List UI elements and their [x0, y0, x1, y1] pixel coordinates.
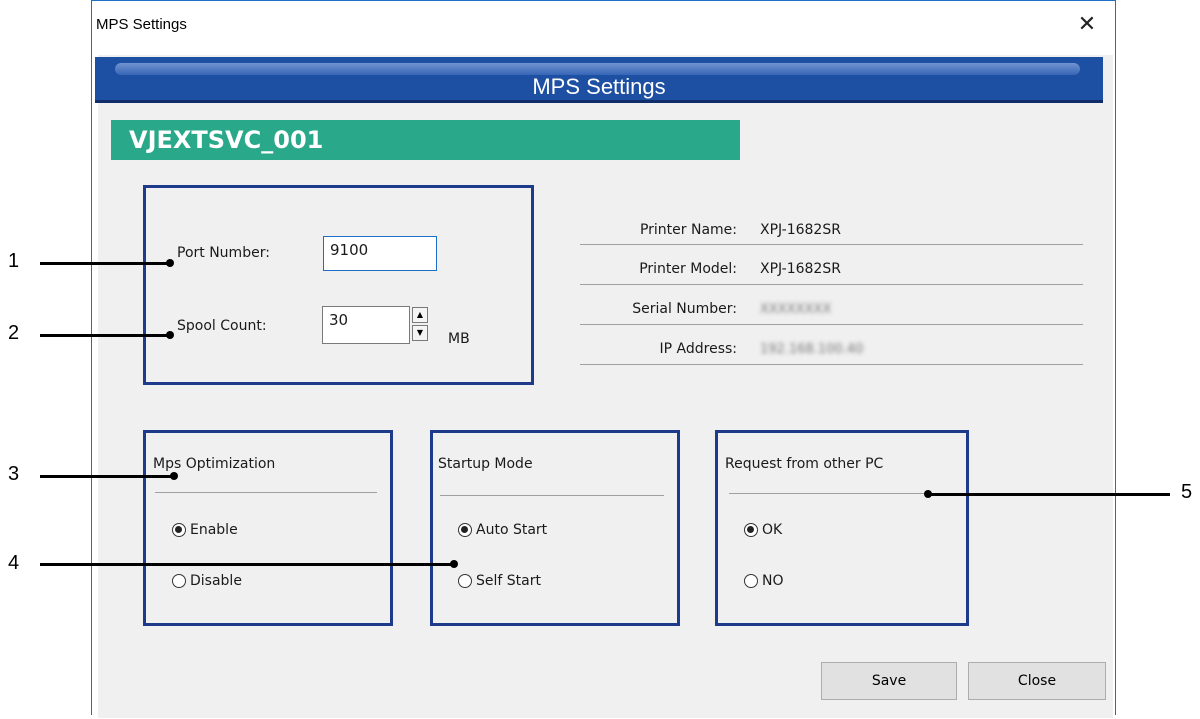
port-number-input[interactable]: 9100 — [323, 236, 437, 271]
close-icon[interactable]: ✕ — [1072, 10, 1102, 40]
port-settings-box — [143, 185, 534, 385]
radio-unselected-icon[interactable] — [744, 574, 758, 588]
callout-number: 3 — [8, 463, 20, 485]
divider — [580, 244, 1083, 245]
printer-model-value: XPJ-1682SR — [760, 261, 841, 277]
callout-number: 4 — [8, 552, 20, 574]
callout-line — [40, 262, 170, 265]
ip-address-label: IP Address: — [659, 341, 738, 357]
device-name-bar: VJEXTSVC_001 — [111, 120, 740, 160]
ip-address-value: 192.168.100.40 — [760, 342, 864, 357]
divider — [729, 493, 951, 494]
divider — [580, 284, 1083, 285]
printer-name-label: Printer Name: — [639, 222, 737, 238]
callout-dot — [170, 472, 178, 480]
spool-count-input[interactable]: 30 — [322, 306, 410, 344]
header-banner: MPS Settings — [95, 57, 1103, 103]
callout-number: 2 — [8, 322, 20, 344]
port-number-label: Port Number: — [177, 245, 270, 261]
printer-name-value: XPJ-1682SR — [760, 222, 841, 238]
request-ok-option[interactable]: OK — [744, 522, 782, 538]
radio-unselected-icon[interactable] — [458, 574, 472, 588]
close-button[interactable]: Close — [968, 662, 1106, 700]
spool-up-icon[interactable]: ▲ — [412, 307, 428, 323]
divider — [440, 495, 664, 496]
optimization-enable-option[interactable]: Enable — [172, 522, 238, 538]
header-title: MPS Settings — [532, 74, 666, 99]
option-label: Auto Start — [476, 522, 548, 538]
serial-number-label: Serial Number: — [632, 301, 737, 317]
startup-self-option[interactable]: Self Start — [458, 573, 541, 589]
callout-line — [40, 563, 454, 566]
request-title: Request from other PC — [725, 456, 884, 472]
divider — [155, 492, 377, 493]
spool-down-icon[interactable]: ▼ — [412, 325, 428, 341]
radio-unselected-icon[interactable] — [172, 574, 186, 588]
callout-dot — [450, 560, 458, 568]
callout-line — [928, 493, 1170, 496]
callout-dot — [924, 490, 932, 498]
startup-auto-option[interactable]: Auto Start — [458, 522, 547, 538]
callout-line — [40, 334, 170, 337]
callout-dot — [166, 331, 174, 339]
callout-number: 5 — [1181, 481, 1193, 503]
radio-selected-icon[interactable] — [744, 523, 758, 537]
option-label: Self Start — [476, 573, 541, 589]
callout-line — [40, 475, 174, 478]
printer-model-label: Printer Model: — [639, 261, 737, 277]
spool-unit-label: MB — [448, 331, 470, 347]
spool-count-label: Spool Count: — [177, 318, 267, 334]
optimization-disable-option[interactable]: Disable — [172, 573, 242, 589]
window-title: MPS Settings — [96, 16, 187, 33]
option-label: NO — [762, 573, 784, 589]
startup-mode-title: Startup Mode — [438, 456, 533, 472]
request-no-option[interactable]: NO — [744, 573, 784, 589]
optimization-title: Mps Optimization — [153, 456, 276, 472]
callout-dot — [166, 259, 174, 267]
option-label: Disable — [190, 573, 242, 589]
divider — [580, 324, 1083, 325]
radio-selected-icon[interactable] — [458, 523, 472, 537]
radio-selected-icon[interactable] — [172, 523, 186, 537]
serial-number-value: XXXXXXXX — [760, 302, 832, 317]
device-name: VJEXTSVC_001 — [129, 126, 324, 154]
option-label: Enable — [190, 522, 238, 538]
divider — [580, 364, 1083, 365]
callout-number: 1 — [8, 250, 20, 272]
option-label: OK — [762, 522, 783, 538]
save-button[interactable]: Save — [821, 662, 957, 700]
